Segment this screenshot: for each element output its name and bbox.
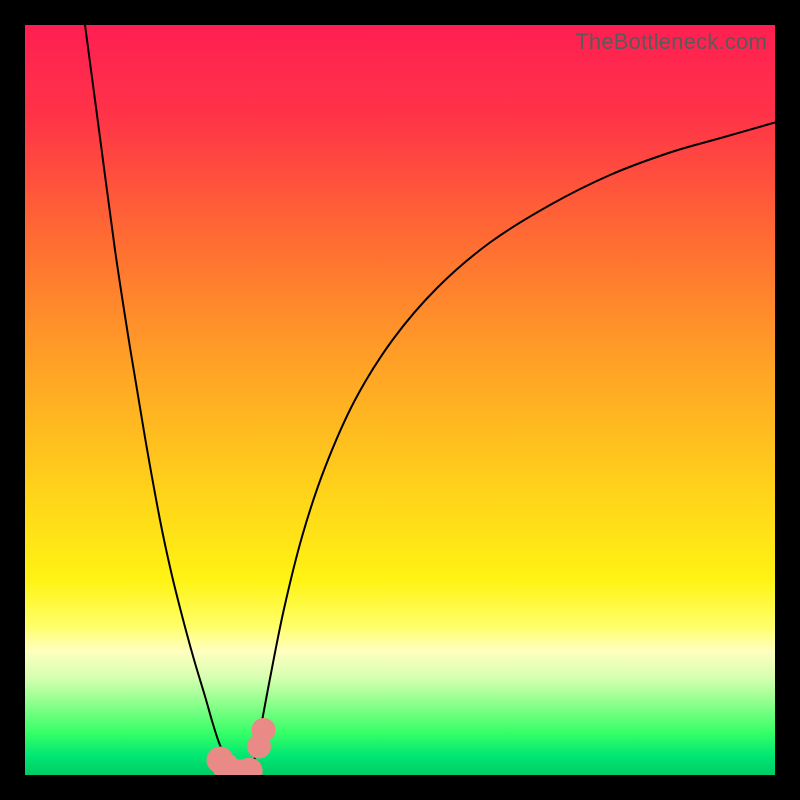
plot-area: TheBottleneck.com — [25, 25, 775, 775]
curve-layer — [25, 25, 775, 775]
marker-right-dot-upper — [252, 718, 276, 742]
watermark-text: TheBottleneck.com — [575, 29, 767, 55]
series-right-branch — [252, 123, 775, 770]
outer-frame: TheBottleneck.com — [0, 0, 800, 800]
series-left-branch — [85, 25, 231, 769]
